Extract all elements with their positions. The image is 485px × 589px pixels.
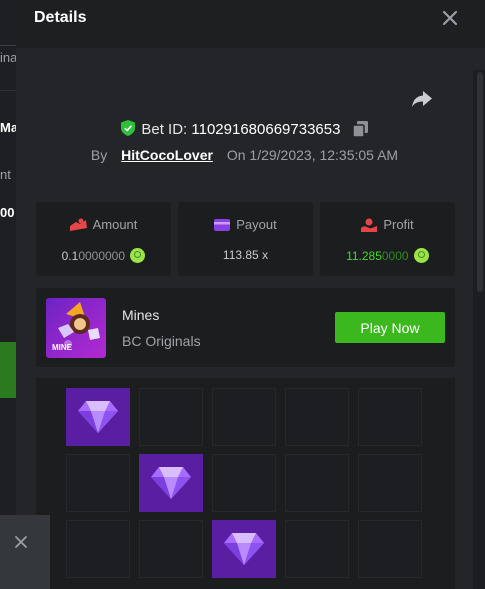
bet-meta-row: By HitCocoLover On 1/29/2023, 12:35:05 A… xyxy=(16,147,473,163)
game-card: MINE Mines BC Originals Play Now xyxy=(36,288,455,367)
board-tile xyxy=(139,520,203,578)
notification-panel xyxy=(0,515,50,589)
game-name: Mines xyxy=(122,307,160,323)
board-tile xyxy=(285,388,349,446)
bet-stats: Amount 0.10000000 Payout 113.85 x Profit… xyxy=(36,202,455,276)
mines-board xyxy=(36,378,455,589)
play-now-button[interactable]: Play Now xyxy=(335,312,445,343)
board-tile xyxy=(358,520,422,578)
board-tile xyxy=(358,388,422,446)
coin-icon xyxy=(130,248,146,263)
bet-id-value: 110291680669733653 xyxy=(191,121,341,138)
background-divider xyxy=(0,45,16,46)
amount-icon xyxy=(69,218,87,231)
gem-icon xyxy=(78,401,118,433)
payout-label: Payout xyxy=(236,217,277,232)
modal-title: Details xyxy=(34,9,87,26)
board-tile xyxy=(212,388,276,446)
by-label: By xyxy=(90,147,108,163)
mines-logo-icon: MINE xyxy=(52,302,100,352)
share-button[interactable] xyxy=(411,89,435,111)
username-link[interactable]: HitCocoLover xyxy=(121,147,213,163)
background-page xyxy=(0,0,16,589)
bet-details-modal: Details Bet ID: 110291680669733653 By Hi… xyxy=(16,0,485,589)
background-divider xyxy=(0,90,16,91)
background-text: Ma xyxy=(0,120,16,135)
gem-icon xyxy=(151,467,191,499)
profit-icon xyxy=(361,218,378,232)
board-tile-gem xyxy=(66,388,130,446)
board-tile-gem xyxy=(139,454,203,512)
amount-value-trailing: 0000000 xyxy=(78,249,126,263)
modal-header: Details xyxy=(16,0,485,48)
board-tile xyxy=(285,454,349,512)
bet-datetime: 1/29/2023, 12:35:05 AM xyxy=(249,147,399,163)
close-button[interactable] xyxy=(440,8,460,28)
payout-stat: Payout 113.85 x xyxy=(178,202,313,276)
svg-text:MINE: MINE xyxy=(52,343,73,352)
shield-check-icon xyxy=(121,120,136,136)
gem-icon xyxy=(224,533,264,565)
game-thumbnail[interactable]: MINE xyxy=(46,298,106,358)
background-green-button[interactable] xyxy=(0,342,16,398)
profit-value-trailing: 0000 xyxy=(381,249,409,263)
profit-stat: Profit 11.2850000 xyxy=(320,202,455,276)
close-icon[interactable] xyxy=(14,535,28,549)
background-text: 00 xyxy=(0,205,15,220)
payout-value: 113.85 x xyxy=(222,248,269,262)
bet-id-label: Bet ID: xyxy=(141,121,188,138)
board-tile xyxy=(139,388,203,446)
board-tile xyxy=(66,520,130,578)
close-icon xyxy=(442,10,458,26)
board-tile xyxy=(212,454,276,512)
on-label: On xyxy=(226,147,246,163)
background-text: nt xyxy=(0,167,11,182)
coin-icon xyxy=(413,248,429,263)
board-tile xyxy=(285,520,349,578)
board-tile xyxy=(358,454,422,512)
share-icon xyxy=(412,91,432,107)
copy-icon[interactable] xyxy=(352,121,368,137)
amount-label: Amount xyxy=(92,217,138,232)
profit-value-main: 11.285 xyxy=(346,249,382,263)
board-tile-gem xyxy=(212,520,276,578)
background-text: ina xyxy=(0,50,16,65)
wallet-icon xyxy=(214,219,231,231)
amount-value-main: 0.1 xyxy=(61,249,79,263)
scrollbar-thumb[interactable] xyxy=(477,72,483,292)
profit-label: Profit xyxy=(383,217,414,232)
bet-id-row: Bet ID: 110291680669733653 xyxy=(16,120,473,138)
game-provider: BC Originals xyxy=(122,333,201,349)
amount-stat: Amount 0.10000000 xyxy=(36,202,171,276)
board-tile xyxy=(66,454,130,512)
